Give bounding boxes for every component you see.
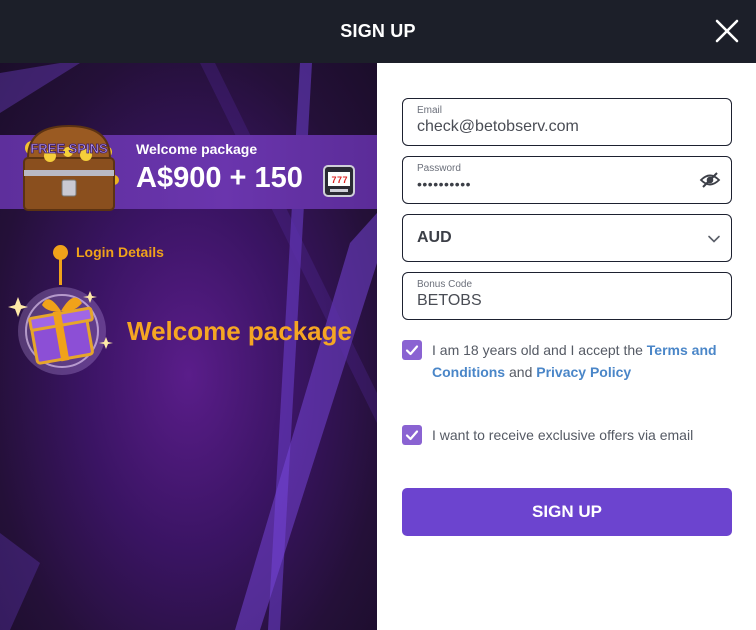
offers-checkbox[interactable] (402, 425, 422, 445)
offers-label: I want to receive exclusive offers via e… (432, 427, 694, 443)
bonus-code-label: Bonus Code (417, 279, 473, 290)
terms-prefix: I am 18 years old and I accept the (432, 342, 647, 358)
step-dot (53, 245, 68, 260)
welcome-package-heading: Welcome package (127, 316, 352, 346)
chest-text: FREE SPINS (30, 141, 108, 156)
checkmark-icon (405, 430, 419, 441)
sign-up-button[interactable]: SIGN UP (402, 488, 732, 536)
bonus-code-value[interactable]: BETOBS (417, 292, 482, 310)
svg-text:7: 7 (337, 175, 342, 185)
eye-slash-icon[interactable] (699, 169, 721, 191)
close-icon[interactable] (714, 18, 740, 44)
modal-title: SIGN UP (340, 21, 416, 41)
slot-machine-icon: 7 7 7 (323, 165, 355, 197)
svg-text:7: 7 (343, 175, 348, 185)
privacy-link[interactable]: Privacy Policy (536, 364, 631, 380)
password-label: Password (417, 163, 461, 174)
currency-select[interactable]: AUD (402, 214, 732, 262)
step-label-login-details: Login Details (76, 244, 164, 260)
terms-checkbox[interactable] (402, 340, 422, 360)
svg-text:7: 7 (332, 175, 337, 185)
password-value[interactable]: •••••••••• (417, 176, 471, 192)
email-value[interactable]: check@betobserv.com (417, 118, 579, 136)
banner-amount: A$900 + 150 (136, 162, 303, 194)
banner-title: Welcome package (136, 141, 258, 157)
checkmark-icon (405, 345, 419, 356)
terms-middle: and (505, 364, 537, 380)
email-label: Email (417, 105, 443, 116)
treasure-chest-icon: FREE SPINS (23, 124, 119, 211)
promo-panel: FREE SPINS Welcome package A$900 + 150 7… (0, 63, 377, 630)
currency-value: AUD (417, 229, 452, 246)
email-field[interactable]: Email check@betobserv.com (402, 98, 732, 146)
bonus-code-field[interactable]: Bonus Code BETOBS (402, 272, 732, 320)
chevron-down-icon (708, 235, 720, 243)
gift-box-icon (8, 287, 113, 375)
terms-text: I am 18 years old and I accept the Terms… (432, 339, 722, 383)
password-field[interactable]: Password •••••••••• (402, 156, 732, 204)
modal-header: SIGN UP (0, 0, 756, 63)
signup-form: Email check@betobserv.com Password •••••… (377, 63, 756, 630)
